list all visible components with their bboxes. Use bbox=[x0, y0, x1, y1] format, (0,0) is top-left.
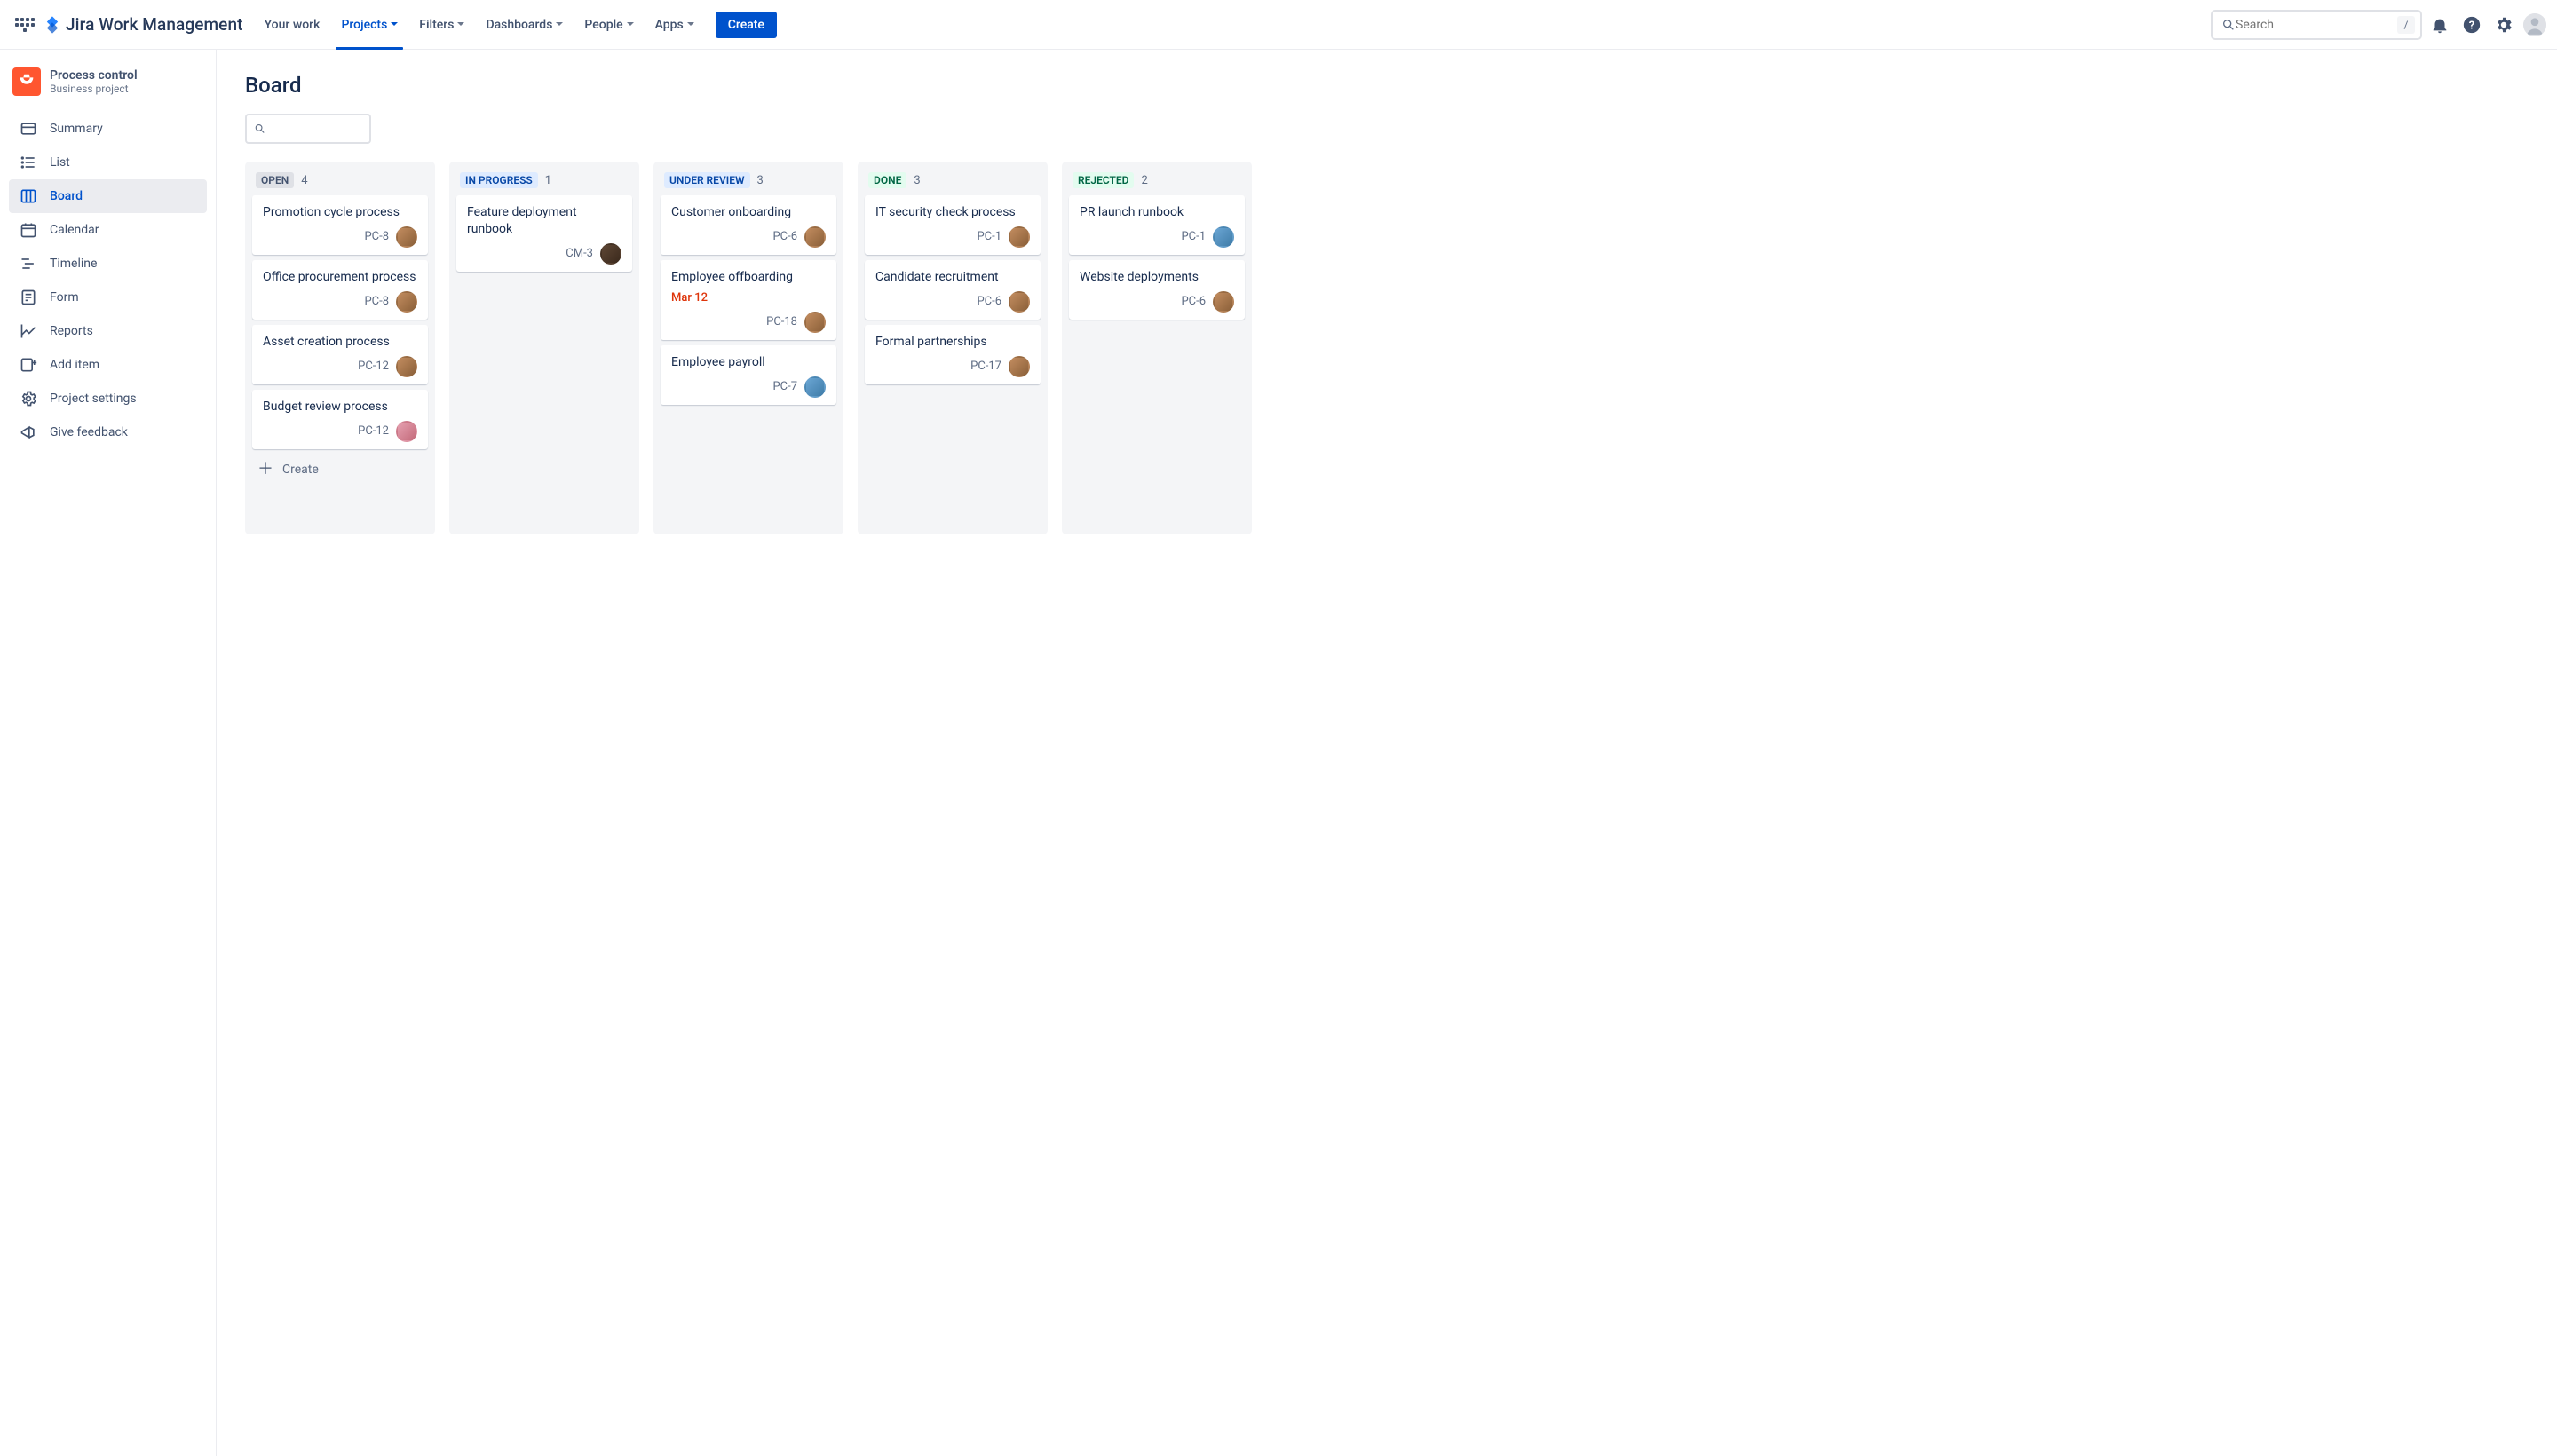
assignee-avatar[interactable] bbox=[396, 356, 417, 377]
sidebar-item-settings[interactable]: Project settings bbox=[9, 382, 207, 415]
nav-dashboards[interactable]: Dashboards bbox=[477, 11, 572, 39]
board-search[interactable] bbox=[245, 114, 371, 144]
project-name: Process control bbox=[50, 68, 138, 83]
assignee-avatar[interactable] bbox=[1009, 291, 1030, 313]
settings-icon[interactable] bbox=[2490, 11, 2518, 39]
notifications-icon[interactable] bbox=[2426, 11, 2454, 39]
help-icon[interactable]: ? bbox=[2458, 11, 2486, 39]
project-header[interactable]: Process control Business project bbox=[12, 67, 202, 96]
profile-avatar[interactable] bbox=[2523, 13, 2546, 36]
column-label: In Progress bbox=[460, 172, 538, 188]
chevron-down-icon bbox=[627, 22, 634, 29]
assignee-avatar[interactable] bbox=[396, 421, 417, 442]
project-icon bbox=[12, 67, 41, 96]
project-type: Business project bbox=[50, 83, 138, 95]
sidebar-item-form[interactable]: Form bbox=[9, 281, 207, 314]
sidebar-item-add[interactable]: Add item bbox=[9, 348, 207, 382]
create-card-button[interactable]: ＋Create bbox=[252, 455, 428, 481]
assignee-avatar[interactable] bbox=[804, 312, 826, 333]
search-icon bbox=[2221, 18, 2236, 32]
app-switcher-icon[interactable] bbox=[14, 14, 36, 36]
main-content: Board Open 4 Promotion cycle processPC-8 … bbox=[217, 50, 2557, 1456]
column-open: Open 4 Promotion cycle processPC-8 Office… bbox=[245, 162, 435, 534]
assignee-avatar[interactable] bbox=[396, 226, 417, 248]
brand[interactable]: Jira Work Management bbox=[43, 14, 243, 35]
card[interactable]: Office procurement processPC-8 bbox=[252, 260, 428, 320]
nav-items: Your work Projects Filters Dashboards Pe… bbox=[256, 11, 777, 39]
column-label: Done bbox=[868, 172, 906, 188]
column-done: Done 3 IT security check processPC-1 Cand… bbox=[858, 162, 1048, 534]
nav-your-work[interactable]: Your work bbox=[256, 11, 329, 39]
board: Open 4 Promotion cycle processPC-8 Office… bbox=[245, 162, 2529, 534]
column-count: 2 bbox=[1141, 174, 1147, 187]
jira-icon bbox=[43, 15, 62, 35]
assignee-avatar[interactable] bbox=[1213, 226, 1234, 248]
sidebar-item-calendar[interactable]: Calendar bbox=[9, 213, 207, 247]
assignee-avatar[interactable] bbox=[1213, 291, 1234, 313]
create-button[interactable]: Create bbox=[716, 12, 777, 38]
card[interactable]: IT security check processPC-1 bbox=[865, 195, 1041, 255]
sidebar-item-board[interactable]: Board bbox=[9, 179, 207, 213]
global-search[interactable]: / bbox=[2211, 10, 2422, 40]
nav-people[interactable]: People bbox=[575, 11, 642, 39]
card[interactable]: Website deploymentsPC-6 bbox=[1069, 260, 1245, 320]
due-date: Mar 12 bbox=[671, 291, 826, 305]
card[interactable]: PR launch runbookPC-1 bbox=[1069, 195, 1245, 255]
sidebar-item-timeline[interactable]: Timeline bbox=[9, 247, 207, 281]
assignee-avatar[interactable] bbox=[804, 376, 826, 398]
card[interactable]: Promotion cycle processPC-8 bbox=[252, 195, 428, 255]
chevron-down-icon bbox=[391, 22, 398, 29]
column-count: 3 bbox=[914, 174, 920, 187]
card[interactable]: Formal partnershipsPC-17 bbox=[865, 325, 1041, 384]
board-search-input[interactable] bbox=[271, 122, 362, 136]
sidebar-item-feedback[interactable]: Give feedback bbox=[9, 415, 207, 449]
card[interactable]: Employee payrollPC-7 bbox=[661, 345, 836, 405]
card[interactable]: Candidate recruitmentPC-6 bbox=[865, 260, 1041, 320]
column-count: 3 bbox=[757, 174, 764, 187]
plus-icon: ＋ bbox=[257, 462, 273, 478]
column-count: 1 bbox=[545, 174, 551, 187]
column-rejected: Rejected 2 PR launch runbookPC-1 Website … bbox=[1062, 162, 1252, 534]
svg-text:?: ? bbox=[2469, 19, 2474, 32]
assignee-avatar[interactable] bbox=[1009, 356, 1030, 377]
sidebar-item-summary[interactable]: Summary bbox=[9, 112, 207, 146]
card[interactable]: Feature deployment runbookCM-3 bbox=[456, 195, 632, 272]
assignee-avatar[interactable] bbox=[1009, 226, 1030, 248]
assignee-avatar[interactable] bbox=[396, 291, 417, 313]
assignee-avatar[interactable] bbox=[600, 243, 621, 265]
chevron-down-icon bbox=[687, 22, 694, 29]
column-in-progress: In Progress 1 Feature deployment runbookC… bbox=[449, 162, 639, 534]
sidebar-item-reports[interactable]: Reports bbox=[9, 314, 207, 348]
sidebar: Process control Business project Summary… bbox=[0, 50, 217, 1456]
card[interactable]: Budget review processPC-12 bbox=[252, 390, 428, 449]
sidebar-item-list[interactable]: List bbox=[9, 146, 207, 179]
assignee-avatar[interactable] bbox=[804, 226, 826, 248]
brand-text: Jira Work Management bbox=[66, 14, 243, 35]
nav-apps[interactable]: Apps bbox=[646, 11, 703, 39]
search-input[interactable] bbox=[2236, 18, 2397, 32]
column-label: Under Review bbox=[664, 172, 750, 188]
card[interactable]: Asset creation processPC-12 bbox=[252, 325, 428, 384]
chevron-down-icon bbox=[556, 22, 563, 29]
search-icon bbox=[254, 122, 265, 136]
card[interactable]: Employee offboardingMar 12PC-18 bbox=[661, 260, 836, 340]
nav-projects[interactable]: Projects bbox=[332, 11, 407, 39]
column-label: Rejected bbox=[1073, 172, 1134, 188]
column-under-review: Under Review 3 Customer onboardingPC-6 Em… bbox=[653, 162, 843, 534]
card[interactable]: Customer onboardingPC-6 bbox=[661, 195, 836, 255]
page-title: Board bbox=[245, 73, 2529, 98]
top-nav: Jira Work Management Your work Projects … bbox=[0, 0, 2557, 50]
column-label: Open bbox=[256, 172, 294, 188]
chevron-down-icon bbox=[457, 22, 464, 29]
nav-filters[interactable]: Filters bbox=[410, 11, 473, 39]
search-kbd-hint: / bbox=[2397, 16, 2415, 34]
column-count: 4 bbox=[301, 174, 307, 187]
